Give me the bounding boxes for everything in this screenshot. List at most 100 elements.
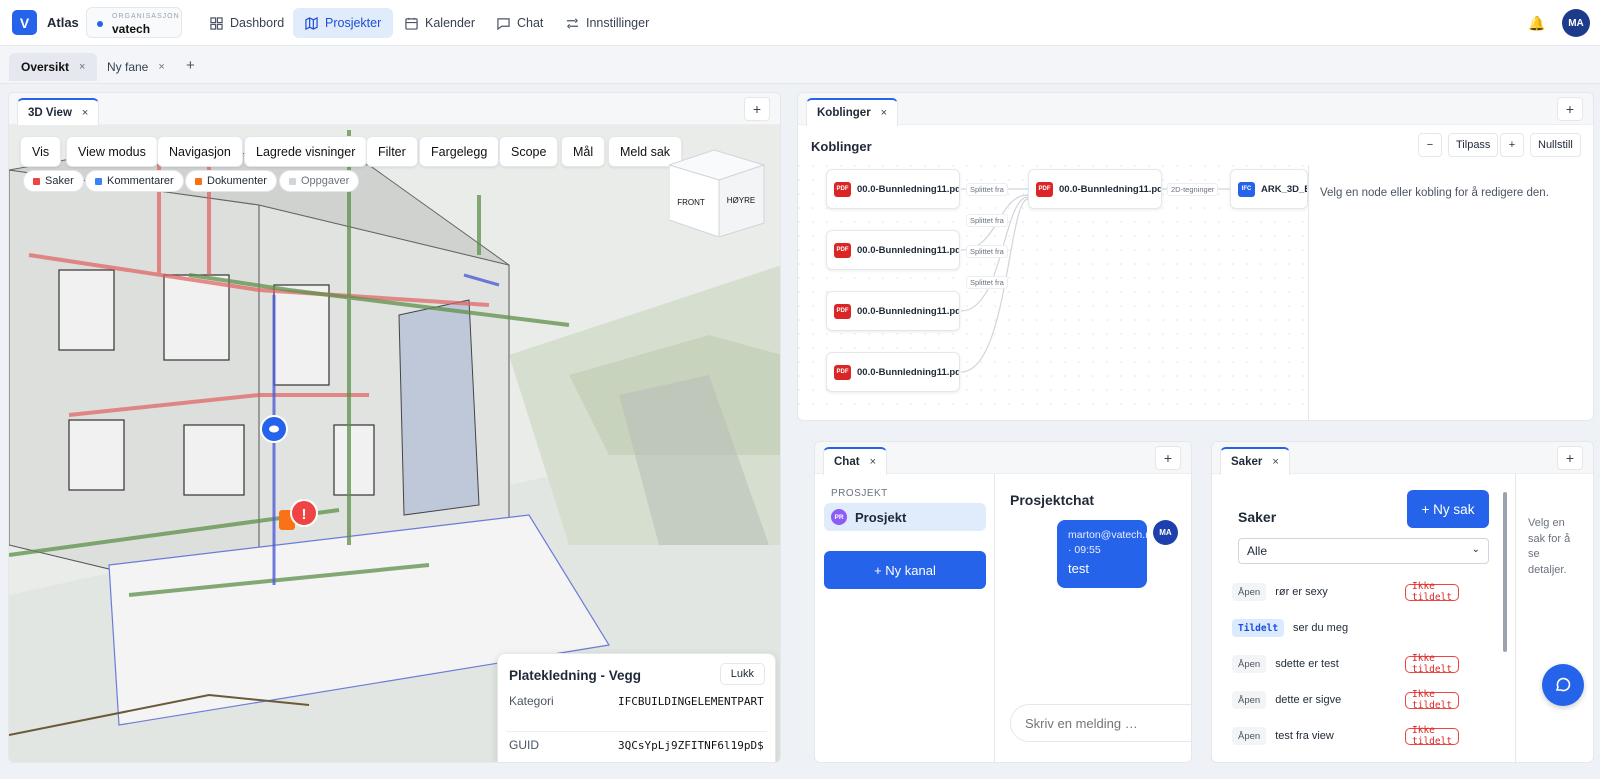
cases-panel-tab[interactable]: Saker ×	[1220, 447, 1290, 475]
case-row[interactable]: Åpen sdette er test Ikke tildelt	[1232, 653, 1460, 675]
element-info-card: Platekledning - Vegg Lukk Kategori IFCBU…	[497, 653, 776, 762]
chat-thread: Prosjektchat marton@vatech.no · 09:55 te…	[996, 474, 1191, 762]
graph-node[interactable]: PDF 00.0-Bunnledning11.pdf	[826, 230, 960, 270]
zoom-out-button[interactable]: −	[1418, 133, 1442, 157]
links-title: Koblinger	[811, 139, 872, 154]
filter-chip-dokumenter[interactable]: Dokumenter	[185, 170, 277, 192]
graph-node[interactable]: PDF 00.0-Bunnledning11.pdf	[826, 291, 960, 331]
edge-label[interactable]: Splittet fra	[966, 214, 1008, 227]
app-logo[interactable]: V	[12, 10, 37, 35]
edge-label[interactable]: Splittet fra	[966, 245, 1008, 258]
tab-label: Oversikt	[21, 60, 70, 74]
panel-header: Saker × +	[1212, 442, 1593, 475]
org-name: vatech	[112, 22, 151, 36]
case-hint-text: Velg en sak for å se detaljer.	[1528, 517, 1571, 576]
nav-chat[interactable]: Chat	[485, 8, 555, 38]
nav-calendar[interactable]: Kalender	[393, 8, 487, 38]
chat-bubble-icon[interactable]	[1542, 664, 1584, 706]
edge-label[interactable]: Splittet fra	[966, 183, 1008, 196]
chip-label: Saker	[45, 175, 74, 187]
case-filter-select[interactable]: Alle ⌄	[1238, 538, 1489, 564]
reset-button[interactable]: Nullstill	[1530, 133, 1581, 157]
case-title: dette er sigve	[1275, 694, 1342, 706]
filter-button[interactable]: Filter	[366, 136, 418, 167]
add-panel-button[interactable]: +	[744, 97, 770, 121]
add-tab-button[interactable]: +	[186, 57, 195, 74]
measure-button[interactable]: Mål	[561, 136, 606, 167]
close-icon[interactable]: ×	[881, 107, 887, 119]
nav-projects[interactable]: Prosjekter	[293, 8, 394, 38]
fit-button[interactable]: Tilpass	[1448, 133, 1499, 157]
new-channel-button[interactable]: + Ny kanal	[824, 551, 986, 589]
case-row[interactable]: Åpen test fra view Ikke tildelt	[1232, 725, 1460, 747]
navigation-button[interactable]: Navigasjon	[157, 136, 243, 167]
nav-settings[interactable]: Innstillinger	[554, 8, 661, 38]
viewer-panel-tab[interactable]: 3D View ×	[17, 98, 100, 126]
chat-panel-tab[interactable]: Chat ×	[823, 447, 887, 475]
swatch-icon	[95, 177, 102, 185]
new-case-button[interactable]: + Ny sak	[1407, 490, 1489, 528]
3d-viewport[interactable]: ! Vis View modus Navigasjon Lagrede visn…	[9, 125, 780, 762]
graph-node[interactable]: PDF 00.0-Bunnledning11.pdf	[826, 352, 960, 392]
add-panel-button[interactable]: +	[1557, 97, 1583, 121]
zoom-in-button[interactable]: +	[1500, 133, 1524, 157]
add-panel-button[interactable]: +	[1557, 446, 1583, 470]
channel-avatar: PR	[831, 509, 847, 525]
close-icon[interactable]: ×	[870, 456, 876, 468]
graph-node[interactable]: PDF 00.0-Bunnledning11.pdf	[1028, 169, 1162, 209]
organization-switcher[interactable]: ORGANISASJON vatech	[86, 7, 182, 38]
swatch-icon	[195, 177, 202, 185]
channel-item-prosjekt[interactable]: PR Prosjekt	[824, 503, 986, 531]
view-cube[interactable]: FRONT HØYRE	[669, 145, 769, 237]
scrollbar[interactable]	[1503, 492, 1507, 652]
close-icon[interactable]: ×	[158, 61, 164, 73]
graph-node[interactable]: IFC ARK_3D_Bl	[1230, 169, 1308, 209]
case-title: rør er sexy	[1275, 586, 1328, 598]
settings-icon	[566, 17, 579, 29]
links-panel-tab[interactable]: Koblinger ×	[806, 98, 899, 126]
tab-ny-fane[interactable]: Ny fane ×	[95, 53, 177, 81]
edge-label[interactable]: 2D-tegninger	[1167, 183, 1219, 196]
element-title: Platekledning - Vegg	[509, 668, 642, 683]
case-row[interactable]: Åpen dette er sigve Ikke tildelt	[1232, 689, 1460, 711]
panel-header: Chat × +	[815, 442, 1191, 475]
filter-chip-kommentarer[interactable]: Kommentarer	[85, 170, 184, 192]
channel-name: Prosjekt	[855, 509, 907, 525]
status-badge: Åpen	[1232, 727, 1267, 745]
node-label: 00.0-Bunnledning11.pdf	[857, 244, 960, 256]
notification-bell-icon[interactable]: 🔔	[1528, 15, 1545, 32]
comment-marker-icon[interactable]	[260, 415, 288, 443]
link-hint-text: Velg en node eller kobling for å rediger…	[1320, 187, 1549, 199]
edge-label[interactable]: Splittet fra	[966, 276, 1008, 289]
user-avatar[interactable]: MA	[1562, 9, 1590, 37]
link-graph[interactable]: Koblinger − Tilpass + Nullstill PDF 00.0…	[798, 125, 1593, 420]
graph-node[interactable]: PDF 00.0-Bunnledning11.pdf	[826, 169, 960, 209]
svg-text:!: !	[302, 506, 307, 523]
dashboard-icon	[210, 16, 223, 30]
assignee-badge: Ikke tildelt	[1405, 725, 1460, 747]
filter-chip-oppgaver[interactable]: Oppgaver	[279, 170, 360, 192]
view-mode-button[interactable]: View modus	[66, 136, 158, 167]
chevron-down-icon: ⌄	[1471, 544, 1480, 555]
close-icon[interactable]: ×	[1272, 456, 1278, 468]
message-bubble[interactable]: marton@vatech.no · 09:55 test	[1057, 520, 1147, 588]
saved-views-button[interactable]: Lagrede visninger	[244, 136, 368, 167]
case-row[interactable]: Tildelt ser du meg	[1232, 618, 1348, 638]
case-row[interactable]: Åpen rør er sexy Ikke tildelt	[1232, 581, 1460, 603]
scope-button[interactable]: Scope	[499, 136, 559, 167]
vis-button[interactable]: Vis	[20, 136, 62, 167]
panel-tab-label: Koblinger	[817, 107, 871, 119]
divider	[1308, 165, 1309, 420]
cases-title: Saker	[1238, 509, 1277, 525]
close-info-button[interactable]: Lukk	[719, 663, 765, 685]
add-panel-button[interactable]: +	[1155, 446, 1181, 470]
message-input[interactable]	[1010, 704, 1191, 742]
close-icon[interactable]: ×	[82, 107, 88, 119]
cube-right-label: HØYRE	[727, 196, 755, 205]
nav-dashboard[interactable]: Dashbord	[198, 8, 296, 38]
node-label: 00.0-Bunnledning11.pdf	[857, 366, 960, 378]
tab-oversikt[interactable]: Oversikt ×	[9, 53, 98, 81]
colorize-button[interactable]: Fargelegg	[419, 136, 500, 167]
close-icon[interactable]: ×	[79, 61, 85, 73]
filter-chip-saker[interactable]: Saker	[23, 170, 84, 192]
